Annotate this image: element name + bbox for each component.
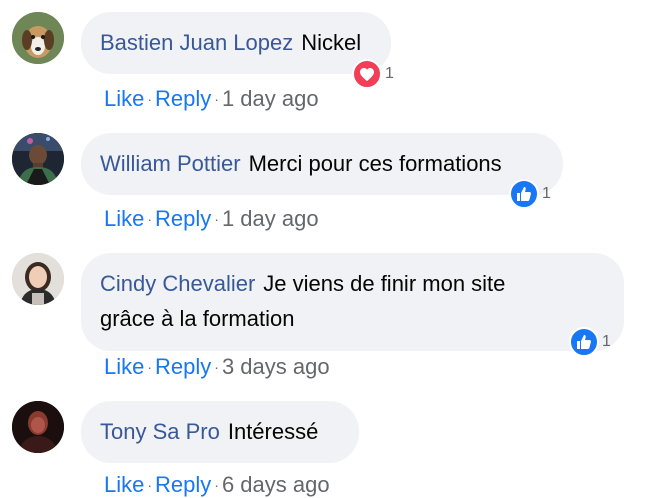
thumbs-up-icon xyxy=(509,179,539,209)
comment-author[interactable]: Cindy Chevalier xyxy=(100,271,255,296)
avatar[interactable] xyxy=(12,133,64,185)
reaction-summary[interactable]: 1 xyxy=(352,59,394,89)
comment-time[interactable]: 1 day ago xyxy=(222,86,319,111)
comment-actions: Like · Reply · 6 days ago xyxy=(104,472,330,498)
separator: · xyxy=(214,91,219,107)
comment-author[interactable]: Bastien Juan Lopez xyxy=(100,30,293,55)
avatar[interactable] xyxy=(12,253,64,305)
comment-text-line2: grâce à la formation xyxy=(100,306,295,331)
comment-actions: Like · Reply · 1 day ago xyxy=(104,206,319,232)
heart-icon xyxy=(352,59,382,89)
reaction-summary[interactable]: 1 xyxy=(569,327,611,357)
reply-link[interactable]: Reply xyxy=(155,86,211,111)
comment-author[interactable]: Tony Sa Pro xyxy=(100,419,220,444)
person-avatar-icon xyxy=(12,133,64,185)
like-link[interactable]: Like xyxy=(104,472,144,497)
separator: · xyxy=(214,359,219,375)
comment-bubble: Bastien Juan Lopez Nickel xyxy=(81,12,391,74)
comment-time[interactable]: 3 days ago xyxy=(222,354,330,379)
like-link[interactable]: Like xyxy=(104,206,144,231)
reaction-count: 1 xyxy=(542,185,551,202)
comment-actions: Like · Reply · 1 day ago xyxy=(104,86,319,112)
comment-text: Je viens de finir mon site xyxy=(263,271,506,296)
comment-bubble: William Pottier Merci pour ces formations xyxy=(81,133,563,195)
comment-bubble: Cindy Chevalier Je viens de finir mon sit… xyxy=(81,253,624,351)
separator: · xyxy=(214,211,219,227)
reaction-count: 1 xyxy=(385,65,394,82)
comment-time[interactable]: 1 day ago xyxy=(222,206,319,231)
separator: · xyxy=(147,477,153,493)
reply-link[interactable]: Reply xyxy=(155,472,211,497)
separator: · xyxy=(147,91,153,107)
separator: · xyxy=(147,211,153,227)
comment-text: Nickel xyxy=(301,30,362,55)
comment-text: Intéressé xyxy=(227,419,319,444)
separator: · xyxy=(214,477,219,493)
reply-link[interactable]: Reply xyxy=(155,354,211,379)
reply-link[interactable]: Reply xyxy=(155,206,211,231)
comment-bubble: Tony Sa Pro Intéressé xyxy=(81,401,359,463)
comment-author[interactable]: William Pottier xyxy=(100,151,241,176)
thumbs-up-icon xyxy=(569,327,599,357)
like-link[interactable]: Like xyxy=(104,354,144,379)
person-avatar-icon xyxy=(12,253,64,305)
comment-text: Merci pour ces formations xyxy=(248,151,502,176)
like-link[interactable]: Like xyxy=(104,86,144,111)
reaction-summary[interactable]: 1 xyxy=(509,179,551,209)
person-avatar-icon xyxy=(12,401,64,453)
separator: · xyxy=(147,359,153,375)
dog-avatar-icon xyxy=(12,12,64,64)
avatar[interactable] xyxy=(12,12,64,64)
comment-actions: Like · Reply · 3 days ago xyxy=(104,354,330,380)
comment-time[interactable]: 6 days ago xyxy=(222,472,330,497)
avatar[interactable] xyxy=(12,401,64,453)
reaction-count: 1 xyxy=(602,333,611,350)
